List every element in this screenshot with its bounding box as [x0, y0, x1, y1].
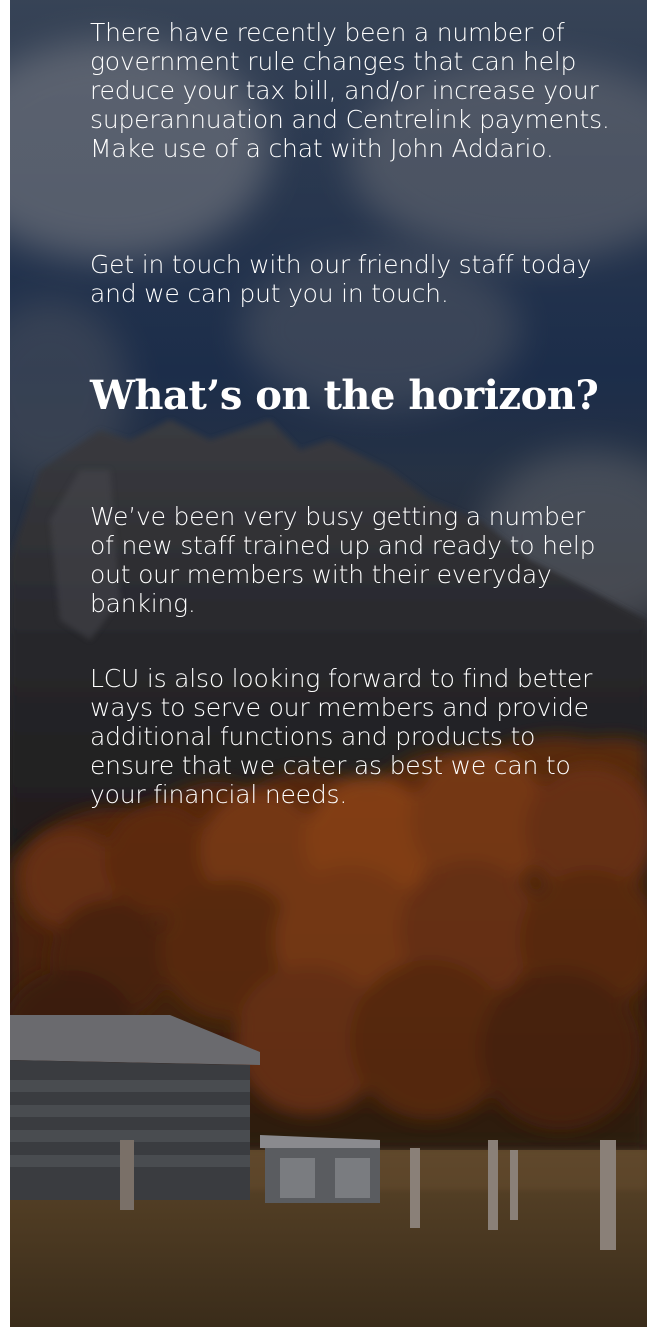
contact-paragraph: Get in touch with our friendly staff tod… [90, 250, 592, 308]
section-heading: What’s on the horizon? [90, 372, 599, 419]
intro-paragraph: There have recently been a number of gov… [90, 18, 610, 163]
page: There have recently been a number of gov… [0, 0, 647, 1335]
staff-paragraph: We’ve been very busy getting a number of… [90, 502, 596, 618]
future-paragraph: LCU is also looking forward to find bett… [90, 664, 593, 809]
farm-shed [10, 1015, 260, 1210]
outbuilding [260, 1135, 380, 1203]
